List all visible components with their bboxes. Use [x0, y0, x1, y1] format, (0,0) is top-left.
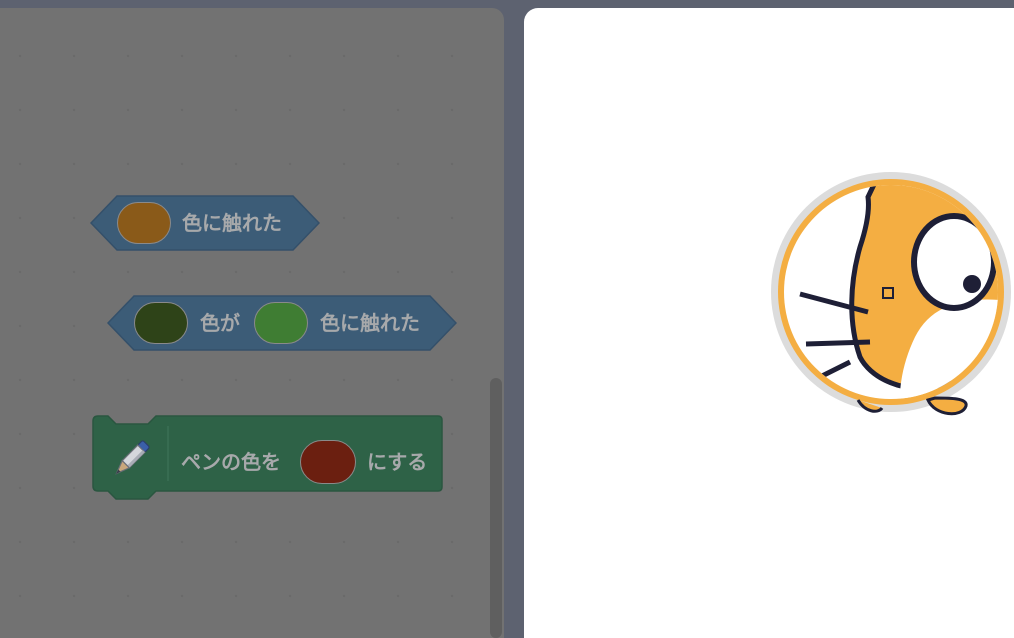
block-label-end: にする [367, 450, 428, 474]
block-label-start: ペンの色を [181, 450, 281, 474]
block-label: 色に触れた [182, 211, 282, 235]
sprite-cat[interactable] [770, 172, 1014, 417]
scrollbar-thumb[interactable] [490, 378, 502, 638]
block-label-mid: 色が [200, 311, 240, 335]
color-swatch[interactable] [300, 440, 356, 484]
touching-color-block[interactable]: 色に触れた [90, 195, 320, 251]
block-label-end: 色に触れた [320, 311, 420, 335]
color-touching-color-block[interactable]: 色が 色に触れた [107, 295, 457, 351]
stage-canvas[interactable] [524, 8, 1014, 638]
code-workspace[interactable]: 色に触れた 色が 色に触れた ペンの色を にする [0, 8, 504, 638]
pen-icon [115, 440, 150, 475]
set-pen-color-block[interactable]: ペンの色を にする [92, 415, 444, 507]
color-swatch[interactable] [117, 202, 171, 244]
color-swatch-1[interactable] [134, 302, 188, 344]
vertical-scrollbar[interactable] [490, 378, 502, 638]
color-swatch-2[interactable] [254, 302, 308, 344]
